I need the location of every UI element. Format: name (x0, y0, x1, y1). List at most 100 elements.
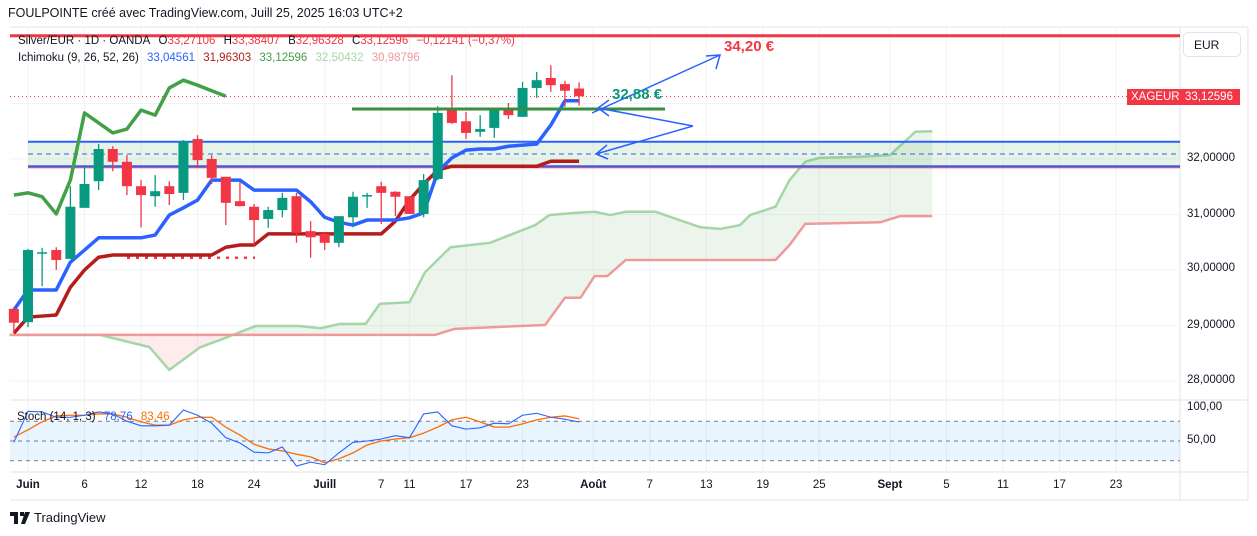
cloud-fill (793, 170, 798, 240)
cloud-fill (656, 211, 660, 261)
candle-body (23, 250, 33, 323)
tradingview-logo-text: TradingView (34, 510, 106, 525)
cloud-fill (751, 213, 755, 261)
chart-canvas[interactable] (0, 0, 1257, 536)
cloud-fill (359, 323, 363, 335)
cloud-fill (511, 233, 515, 327)
span-a-value: 32,50432 (315, 52, 364, 64)
arrow-head-icon (705, 54, 722, 70)
open-value: 33,27106 (167, 35, 216, 47)
cloud-fill (179, 334, 183, 363)
tenkan-value: 33,04561 (147, 52, 195, 64)
candle-body (545, 77, 556, 86)
cloud-fill (532, 224, 536, 326)
cloud-fill (596, 212, 600, 277)
candle-body (503, 110, 514, 116)
candle-body (489, 110, 500, 128)
cloud-fill (571, 212, 575, 298)
candle-body (178, 141, 189, 193)
cloud-fill (613, 213, 618, 271)
cloud-fill (783, 185, 787, 252)
stoch-legend: Stoch (14, 1, 3) 78,76 83,46 (17, 411, 175, 423)
symbol-price-tag: XAGEUR (1127, 89, 1184, 105)
cloud-fill (673, 218, 678, 261)
cloud-fill (172, 334, 176, 368)
cloud-fill (295, 326, 300, 335)
stoch-k-value: 78,76 (103, 411, 133, 423)
cloud-fill (772, 205, 777, 261)
candle-body (446, 109, 457, 123)
cloud-fill (426, 267, 430, 335)
cloud-fill (641, 211, 646, 261)
cloud-fill (776, 198, 780, 260)
stoch-d-value: 83,46 (140, 411, 170, 423)
cloud-fill (260, 326, 264, 335)
target-price-annotation[interactable]: 34,20 € (724, 38, 774, 55)
candle-body (93, 149, 104, 182)
candle-body (136, 186, 147, 196)
cloud-fill (380, 303, 385, 335)
cloud-fill (670, 216, 674, 261)
cloud-fill (490, 241, 494, 328)
time-axis-label: 11 (403, 479, 416, 491)
cloud-fill (603, 213, 607, 277)
cloud-fill (560, 213, 565, 304)
cloud-fill (564, 213, 568, 299)
cloud-fill (804, 160, 808, 225)
candle-body (347, 196, 358, 218)
cloud-fill (546, 214, 551, 324)
cloud-fill (394, 302, 399, 335)
cloud-fill (737, 224, 741, 261)
stoch-axis-label: 50,00 (1187, 434, 1216, 446)
time-axis-label: 18 (191, 479, 204, 491)
cloud-fill (391, 303, 395, 335)
candle-body (362, 195, 373, 197)
cloud-fill (437, 256, 441, 335)
ichimoku-label[interactable]: Ichimoku (9, 26, 52, 26) (18, 52, 139, 64)
cloud-fill (638, 211, 642, 261)
cloud-fill (451, 246, 455, 330)
close-label: C (351, 35, 361, 47)
cloud-fill (278, 326, 282, 335)
cloud-fill (500, 237, 505, 327)
cloud-fill (468, 244, 473, 329)
symbol-name[interactable]: Silver/EUR · 1D · OANDA (18, 35, 150, 47)
cloud-fill (352, 323, 356, 335)
time-axis-label: Juin (16, 479, 40, 491)
cloud-fill (663, 214, 667, 261)
cloud-fill (762, 209, 766, 261)
high-value: 33,38407 (231, 35, 280, 47)
cloud-fill (539, 219, 544, 326)
cloud-fill (645, 211, 650, 261)
cloud-fill (578, 212, 582, 298)
cloud-fill (585, 212, 589, 291)
cloud-fill (557, 214, 561, 309)
tradingview-logo[interactable]: TradingView (10, 510, 106, 525)
cloud-fill (758, 211, 763, 261)
stoch-label[interactable]: Stoch (14, 1, 3) (17, 411, 96, 423)
cloud-fill (454, 246, 459, 329)
cloud-fill (754, 212, 759, 261)
cloud-fill (733, 225, 738, 261)
time-axis-label: 17 (459, 479, 473, 491)
cloud-fill (433, 260, 438, 335)
cloud-fill (553, 214, 558, 314)
low-value: 32,96328 (295, 35, 344, 47)
cloud-fill (514, 231, 519, 327)
time-axis-label: 7 (646, 479, 653, 491)
ichimoku-legend: Ichimoku (9, 26, 52, 26) 33,04561 31,963… (18, 52, 425, 64)
cloud-fill (677, 219, 681, 261)
cloud-fill (581, 212, 586, 296)
cloud-fill (528, 226, 533, 326)
time-axis-label: 12 (134, 479, 148, 491)
cloud-fill (709, 227, 713, 261)
cloud-fill (398, 302, 402, 335)
last-price-tag: 33,12596 (1181, 89, 1240, 105)
currency-button[interactable]: EUR (1183, 32, 1241, 57)
support-price-annotation[interactable]: 32,88 € (612, 86, 662, 103)
price-label: 31,00000 (1187, 208, 1235, 220)
close-value: 33,12596 (360, 35, 409, 47)
cloud-fill (649, 211, 653, 261)
cloud-fill (624, 211, 628, 262)
cloud-fill (574, 212, 579, 298)
